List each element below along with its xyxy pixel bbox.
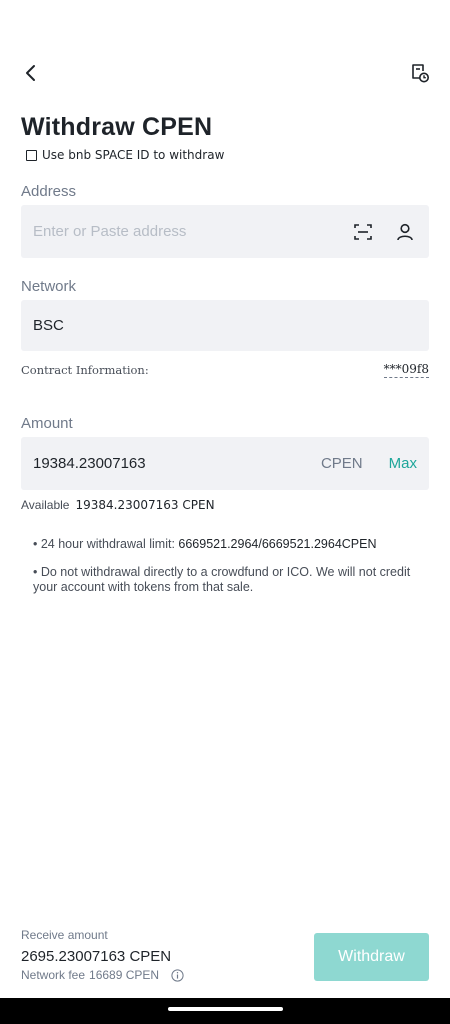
amount-unit: CPEN [320, 455, 363, 472]
network-value: BSC [33, 317, 64, 334]
limit-prefix: • 24 hour withdrawal limit: [33, 537, 179, 551]
crowdfund-warning-note: • Do not withdrawal directly to a crowdf… [33, 565, 411, 594]
person-icon[interactable] [393, 220, 417, 244]
withdrawal-notes: • 24 hour withdrawal limit: 6669521.2964… [33, 537, 413, 608]
contract-info-label: Contract Information: [21, 363, 149, 377]
system-navigation-bar [0, 998, 450, 1024]
network-fee-label: Network fee [21, 968, 86, 982]
network-select[interactable]: BSC [21, 300, 429, 351]
network-label: Network [21, 278, 77, 295]
withdrawal-limit-note: • 24 hour withdrawal limit: 6669521.2964… [33, 537, 413, 552]
receive-amount-label: Receive amount [21, 928, 108, 942]
space-id-option[interactable]: Use bnb SPACE ID to withdraw [26, 148, 224, 162]
space-id-label: Use bnb SPACE ID to withdraw [42, 148, 225, 162]
available-balance: Available 19384.23007163 CPEN [21, 498, 215, 512]
address-field[interactable] [21, 205, 429, 258]
withdraw-screen: Withdraw CPEN Use bnb SPACE ID to withdr… [0, 0, 450, 1024]
network-fee: Network fee 16689 CPEN [21, 968, 184, 982]
available-label: Available [21, 498, 70, 512]
home-indicator[interactable] [168, 1007, 283, 1011]
amount-input[interactable] [33, 455, 321, 472]
document-clock-icon [412, 64, 429, 83]
info-icon[interactable] [171, 968, 184, 982]
scan-icon[interactable] [351, 220, 375, 244]
network-fee-value: 16689 CPEN [89, 968, 160, 982]
amount-label: Amount [21, 415, 73, 432]
limit-value: 6669521.2964/6669521.2964CPEN [178, 537, 377, 551]
receive-amount-value: 2695.23007163 CPEN [21, 948, 172, 965]
chevron-left-icon [26, 65, 35, 81]
back-button[interactable] [18, 60, 44, 86]
withdraw-button[interactable]: Withdraw [314, 933, 429, 981]
max-button[interactable]: Max [389, 455, 417, 472]
space-id-checkbox[interactable] [26, 149, 37, 161]
address-input[interactable] [33, 223, 351, 240]
available-value: 19384.23007163 CPEN [75, 498, 215, 512]
page-title: Withdraw CPEN [21, 113, 213, 141]
amount-field[interactable]: CPEN Max [21, 437, 429, 490]
contract-address-link[interactable]: ***09f8 [383, 362, 429, 378]
history-button[interactable] [406, 60, 432, 86]
address-label: Address [21, 183, 77, 200]
